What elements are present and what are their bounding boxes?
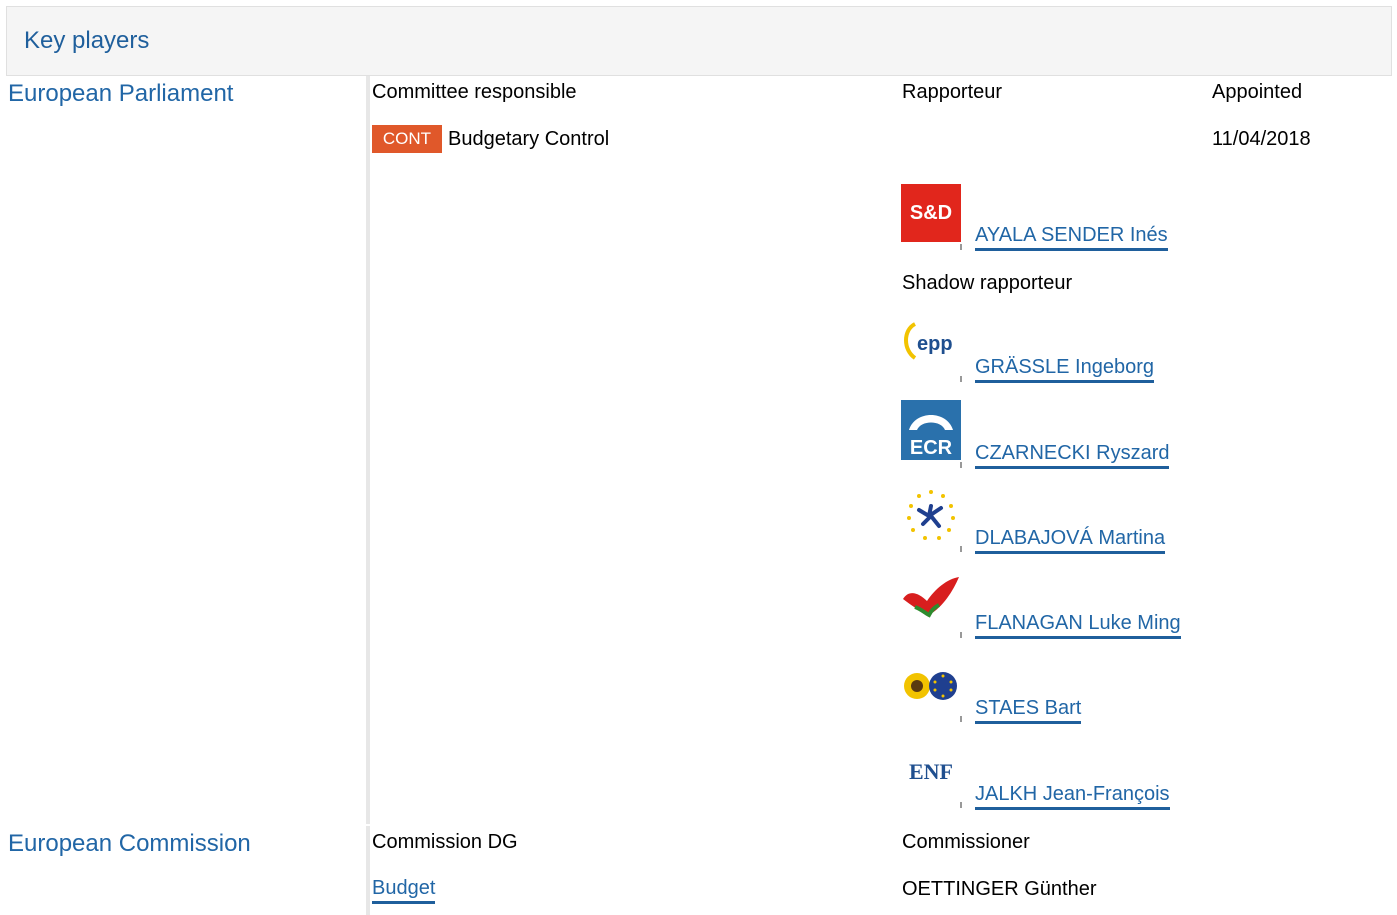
greens-group-logo-icon [901, 656, 961, 716]
section-title: Key players [24, 27, 150, 54]
sd-group-logo-icon: S&D [901, 184, 961, 242]
commission-dg-link[interactable]: Budget [372, 877, 436, 904]
logo-tick [960, 376, 962, 382]
institution-label-commission: European Commission [8, 830, 251, 857]
logo-tick [960, 802, 962, 808]
logo-tick [960, 716, 962, 722]
enf-logo-text: ENF [909, 759, 953, 784]
shadow-rapporteur-link[interactable]: FLANAGAN Luke Ming [975, 612, 1181, 639]
logo-tick [960, 546, 962, 552]
key-players-header: Key players [6, 6, 1392, 76]
epp-group-logo-icon: epp [901, 316, 961, 376]
gue-group-logo-icon [901, 571, 961, 631]
shadow-rapporteur-link[interactable]: STAES Bart [975, 697, 1082, 724]
shadow-rapporteur-link[interactable]: GRÄSSLE Ingeborg [975, 356, 1154, 383]
committee-name: Budgetary Control [448, 128, 610, 150]
shadow-rapporteur-link[interactable]: JALKH Jean-François [975, 783, 1170, 810]
logo-tick [960, 632, 962, 638]
enf-group-logo-icon: ENF [901, 742, 961, 802]
commissioner-name: OETTINGER Günther [902, 878, 1097, 900]
committee-badge: CONT [372, 125, 442, 153]
commission-dg-header: Commission DG [372, 831, 518, 853]
column-divider [366, 76, 370, 824]
logo-tick [960, 462, 962, 468]
rapporteur-link[interactable]: AYALA SENDER Inés [975, 224, 1168, 251]
appointed-date: 11/04/2018 [1212, 128, 1311, 150]
ecr-logo-text: ECR [910, 437, 953, 459]
epp-logo-text: epp [917, 333, 953, 355]
shadow-rapporteur-link[interactable]: CZARNECKI Ryszard [975, 442, 1170, 469]
institution-label-parliament: European Parliament [8, 80, 234, 107]
column-divider [366, 826, 370, 915]
shadow-rapporteur-link[interactable]: DLABAJOVÁ Martina [975, 527, 1166, 554]
logo-tick [960, 244, 962, 250]
ecr-group-logo-icon: ECR [901, 400, 961, 460]
sd-logo-text: S&D [909, 201, 953, 224]
commissioner-header: Commissioner [902, 831, 1030, 853]
rapporteur-header: Rapporteur [902, 81, 1003, 103]
appointed-header: Appointed [1212, 81, 1303, 103]
shadow-rapporteur-header: Shadow rapporteur [902, 272, 1073, 294]
committee-responsible-header: Committee responsible [372, 81, 577, 103]
alde-group-logo-icon [901, 486, 961, 546]
